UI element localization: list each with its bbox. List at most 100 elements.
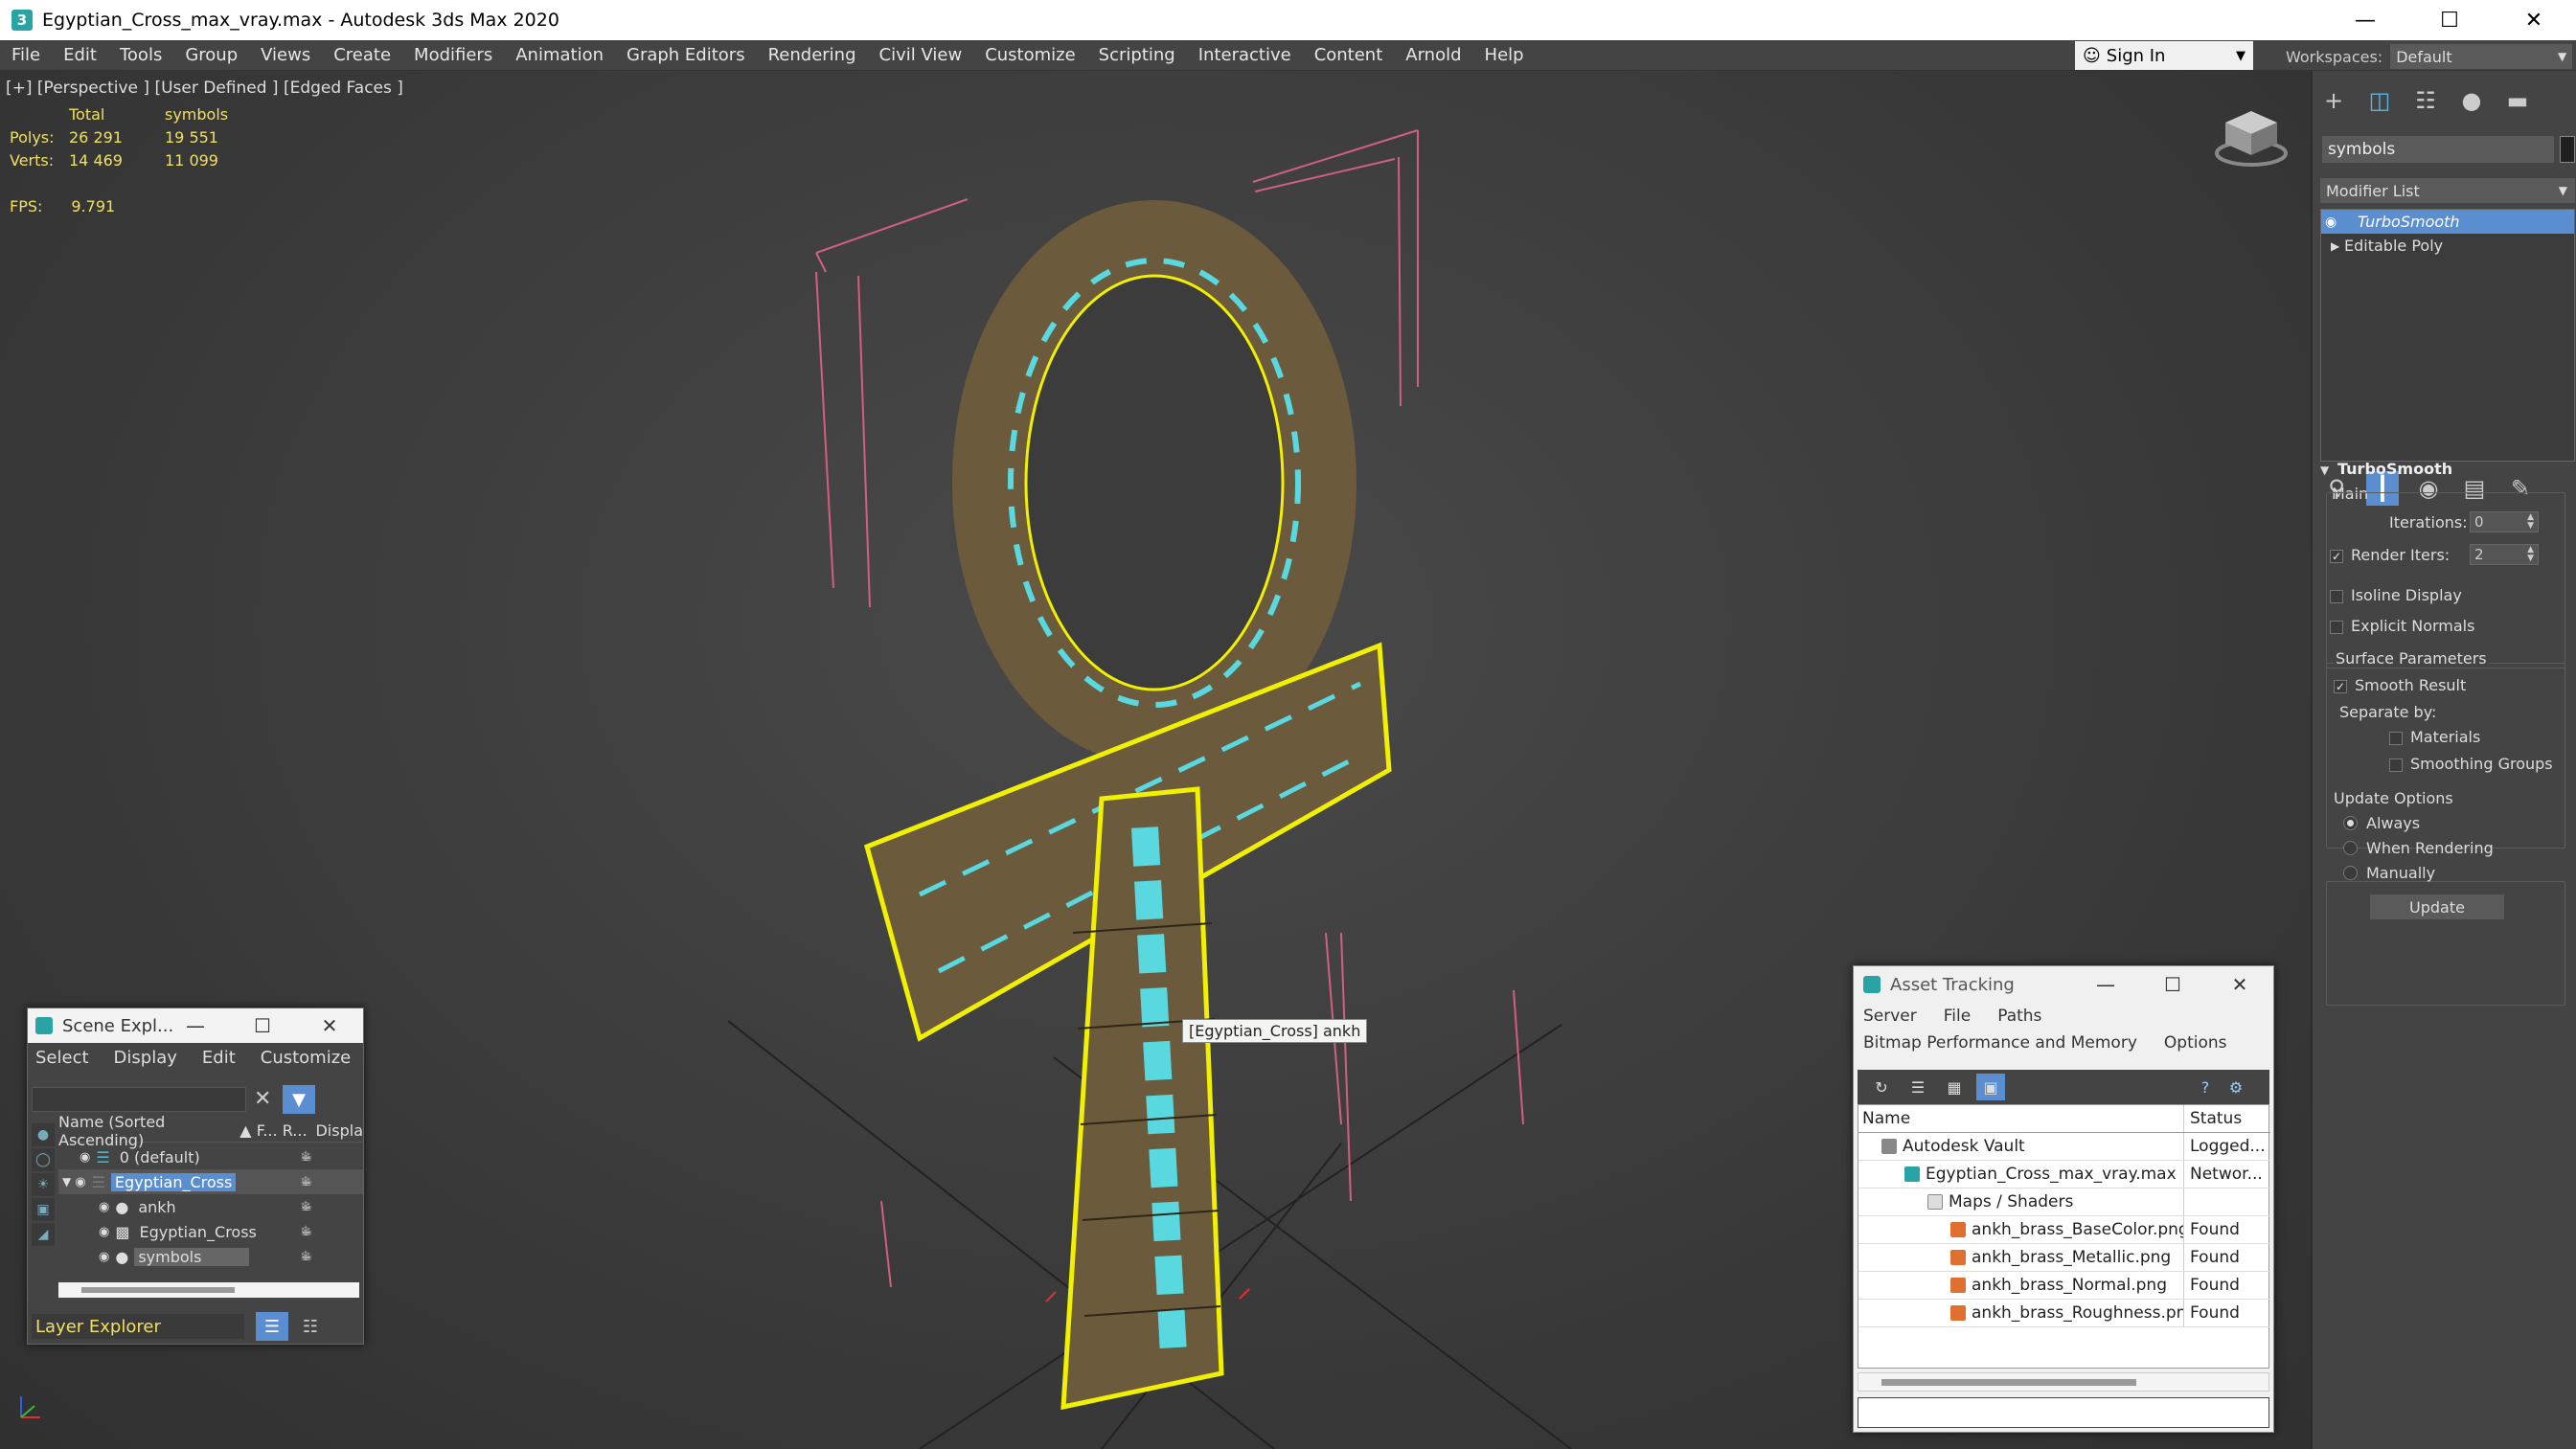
minimize-button[interactable]: — <box>2323 0 2407 40</box>
tree-row[interactable]: ◉ ▩ Egyptian_Cross ❄ ☕ <box>58 1219 363 1244</box>
viewcube-icon[interactable] <box>2208 105 2294 172</box>
stack-item-editable-poly[interactable]: ▶ Editable Poly <box>2321 234 2574 258</box>
clear-search-icon[interactable]: ✕ <box>254 1087 271 1111</box>
render-iters-checkbox[interactable]: ✓ <box>2330 550 2343 563</box>
menu-edit[interactable]: Edit <box>202 1048 236 1068</box>
menu-content[interactable]: Content <box>1303 45 1395 65</box>
close-button[interactable]: ✕ <box>2206 966 2273 1003</box>
render-teapot-icon[interactable]: ☕ <box>294 1199 319 1214</box>
maximize-button[interactable]: ☐ <box>2139 966 2206 1003</box>
eye-icon[interactable]: ◉ <box>99 1225 109 1239</box>
tree-view-icon[interactable]: ▣ <box>1976 1074 2005 1100</box>
asset-tracking-titlebar[interactable]: Asset Tracking — ☐ ✕ <box>1854 966 2273 1003</box>
menu-customize[interactable]: Customize <box>973 45 1086 65</box>
manually-radio[interactable] <box>2343 866 2358 880</box>
help-icon[interactable]: ? <box>2191 1074 2220 1100</box>
scene-explorer-titlebar[interactable]: Scene Expl... — ☐ ✕ <box>28 1008 363 1043</box>
find-input[interactable] <box>32 1087 246 1112</box>
close-button[interactable]: ✕ <box>2492 0 2576 40</box>
close-button[interactable]: ✕ <box>296 1008 363 1043</box>
render-teapot-icon[interactable]: ☕ <box>294 1224 319 1239</box>
eye-icon[interactable]: ◉ <box>99 1200 109 1214</box>
object-color-swatch[interactable] <box>2560 136 2575 163</box>
asset-row[interactable]: ankh_brass_Roughness.png Found <box>1858 1300 2270 1327</box>
sort-by-layer-icon[interactable]: ☰ <box>256 1312 288 1341</box>
asset-row[interactable]: ankh_brass_BaseColor.png Found <box>1858 1216 2270 1244</box>
create-icon[interactable]: + <box>2318 86 2349 115</box>
layer-explorer-dropdown[interactable]: Layer Explorer <box>32 1314 244 1339</box>
display-cameras-icon[interactable]: ▣ <box>32 1198 55 1221</box>
menu-arnold[interactable]: Arnold <box>1394 45 1472 65</box>
menu-file[interactable]: File <box>0 45 52 65</box>
viewport-label[interactable]: [+] [Perspective ] [User Defined ] [Edge… <box>6 79 403 98</box>
menu-animation[interactable]: Animation <box>504 45 615 65</box>
col-name[interactable]: Name (Sorted Ascending) <box>58 1113 239 1149</box>
menu-paths[interactable]: Paths <box>1997 1007 2041 1026</box>
table-view-icon[interactable]: ▦ <box>1940 1074 1969 1100</box>
tree-row[interactable]: ◉ ☰ 0 (default) ❄ ☕ <box>58 1144 363 1169</box>
horizontal-scrollbar[interactable] <box>58 1282 359 1298</box>
display-geometry-icon[interactable]: ● <box>32 1123 55 1146</box>
stack-item-turbosmooth[interactable]: ◉ TurboSmooth <box>2321 210 2574 234</box>
sign-in-dropdown[interactable]: ☺ Sign In ▼ <box>2075 41 2253 70</box>
menu-display[interactable]: Display <box>114 1048 177 1068</box>
menu-bitmap-performance[interactable]: Bitmap Performance and Memory <box>1863 1033 2137 1053</box>
eye-icon[interactable]: ◉ <box>2325 215 2348 230</box>
render-iters-spinner[interactable]: 2 ▲ ▼ <box>2470 544 2539 565</box>
collapse-arrow-icon[interactable]: ▼ <box>62 1175 71 1189</box>
render-teapot-icon[interactable]: ☕ <box>294 1249 319 1264</box>
menu-customize[interactable]: Customize <box>261 1048 351 1068</box>
menu-edit[interactable]: Edit <box>52 45 108 65</box>
maximize-button[interactable]: ☐ <box>2407 0 2492 40</box>
maximize-button[interactable]: ☐ <box>229 1008 296 1043</box>
motion-icon[interactable]: ● <box>2456 86 2487 115</box>
rollout-title[interactable]: TurboSmooth <box>2337 460 2452 478</box>
iterations-spinner[interactable]: 0 ▲ ▼ <box>2470 511 2539 532</box>
eye-icon[interactable]: ◉ <box>75 1175 85 1189</box>
minimize-button[interactable]: — <box>162 1008 229 1043</box>
filter-icon[interactable]: ▼ <box>283 1085 315 1114</box>
smoothing-groups-checkbox[interactable] <box>2389 758 2403 772</box>
isoline-display-checkbox[interactable] <box>2330 590 2343 603</box>
asset-row[interactable]: Maps / Shaders <box>1858 1189 2270 1216</box>
menu-graph-editors[interactable]: Graph Editors <box>615 45 757 65</box>
modify-icon[interactable]: ◫ <box>2364 86 2395 115</box>
col-frozen[interactable]: ▲ F... <box>239 1121 282 1140</box>
minimize-button[interactable]: — <box>2072 966 2139 1003</box>
materials-checkbox[interactable] <box>2389 732 2403 745</box>
expand-arrow-icon[interactable]: ▶ <box>2325 239 2344 253</box>
hierarchy-icon[interactable]: ☷ <box>2410 86 2441 115</box>
render-teapot-icon[interactable]: ☕ <box>294 1149 319 1165</box>
asset-row[interactable]: ankh_brass_Metallic.png Found <box>1858 1244 2270 1272</box>
sort-by-hierarchy-icon[interactable]: ☷ <box>294 1312 327 1341</box>
menu-rendering[interactable]: Rendering <box>757 45 868 65</box>
col-display[interactable]: Displa <box>315 1121 363 1140</box>
display-shapes-icon[interactable]: ◯ <box>32 1148 55 1171</box>
tree-row[interactable]: ▼ ◉ ☰ Egyptian_Cross ❄ ☕ <box>58 1169 363 1194</box>
when-rendering-radio[interactable] <box>2343 841 2358 855</box>
spinner-arrows-icon[interactable]: ▲ ▼ <box>2527 546 2534 563</box>
eye-icon[interactable]: ◉ <box>80 1150 90 1165</box>
menu-select[interactable]: Select <box>35 1048 89 1068</box>
asset-row[interactable]: Autodesk Vault Logged... <box>1858 1133 2270 1161</box>
menu-scripting[interactable]: Scripting <box>1087 45 1187 65</box>
menu-group[interactable]: Group <box>173 45 249 65</box>
update-button[interactable]: Update <box>2370 894 2504 919</box>
menu-interactive[interactable]: Interactive <box>1187 45 1303 65</box>
menu-help[interactable]: Help <box>1473 45 1536 65</box>
menu-options[interactable]: Options <box>2164 1033 2227 1053</box>
display-lights-icon[interactable]: ☀ <box>32 1173 55 1196</box>
display-icon[interactable]: ▬ <box>2502 86 2533 115</box>
spinner-arrows-icon[interactable]: ▲ ▼ <box>2527 513 2534 531</box>
menu-views[interactable]: Views <box>249 45 322 65</box>
display-helpers-icon[interactable]: ◢ <box>32 1223 55 1246</box>
tree-row[interactable]: ◉ ● symbols ❄ ☕ <box>58 1244 363 1269</box>
col-name[interactable]: Name <box>1858 1105 2184 1132</box>
refresh-icon[interactable]: ↻ <box>1867 1074 1896 1100</box>
menu-server[interactable]: Server <box>1863 1007 1917 1026</box>
object-name-field[interactable]: symbols <box>2322 136 2554 163</box>
menu-tools[interactable]: Tools <box>108 45 173 65</box>
asset-row[interactable]: ankh_brass_Normal.png Found <box>1858 1272 2270 1300</box>
smooth-result-checkbox[interactable]: ✓ <box>2334 680 2347 693</box>
menu-civil-view[interactable]: Civil View <box>868 45 974 65</box>
